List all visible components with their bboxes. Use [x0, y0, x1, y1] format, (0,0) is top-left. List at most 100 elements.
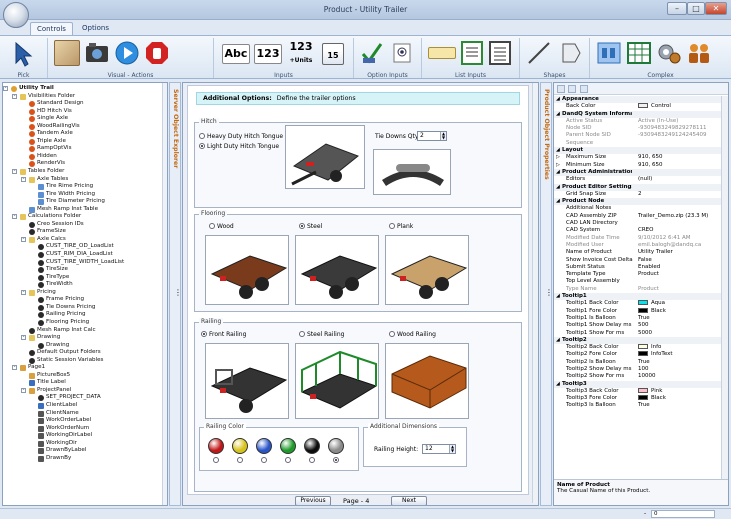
users-group-icon[interactable]: [686, 40, 712, 66]
property-value[interactable]: 9/10/2012 6:41 AM: [638, 235, 722, 242]
tree-node[interactable]: Tie Downs Pricing: [3, 304, 165, 312]
property-value[interactable]: 10000: [638, 373, 722, 380]
checked-listbox-icon[interactable]: [488, 40, 512, 66]
property-pages-icon[interactable]: [580, 85, 588, 93]
properties-scrollbar[interactable]: [721, 96, 728, 479]
text-input-icon[interactable]: Abc: [222, 44, 250, 64]
property-category[interactable]: ◢DandQ System Information: [554, 110, 722, 118]
tree-node[interactable]: Frame Pricing: [3, 296, 165, 304]
tree-node[interactable]: SET_PROJECT_DATA: [3, 394, 165, 402]
property-row[interactable]: Submit Status Enabled: [554, 264, 722, 271]
railing-height-spinner[interactable]: 12 ▲ ▼: [422, 444, 456, 454]
dropdown-input-icon[interactable]: [428, 47, 456, 59]
checkbox-input-icon[interactable]: [360, 40, 384, 66]
expand-collapse-icon[interactable]: -: [21, 335, 26, 341]
property-category[interactable]: ◢ Product Editor Settings: [554, 183, 722, 191]
property-value[interactable]: emil.balogh@dandq.ca: [638, 242, 722, 249]
railing-color-swatch[interactable]: [280, 438, 296, 454]
rectangle-shape-icon[interactable]: [558, 40, 584, 66]
radio-steel-railing[interactable]: Steel Railing: [299, 331, 344, 338]
property-row[interactable]: Tooltip1 Back Color Aqua: [554, 300, 722, 307]
railing-color-radio[interactable]: [237, 457, 243, 463]
listbox-icon[interactable]: [460, 40, 484, 66]
collapse-category-icon[interactable]: ◢: [556, 169, 560, 176]
radio-wood-railing[interactable]: Wood Railing: [389, 331, 436, 338]
collapse-category-icon[interactable]: ◢: [556, 96, 560, 103]
line-shape-icon[interactable]: [526, 40, 552, 66]
tree-node[interactable]: Creo Session IDs: [3, 221, 165, 229]
collapse-category-icon[interactable]: ◢: [556, 147, 560, 154]
railing-color-radio[interactable]: [285, 457, 291, 463]
railing-color-swatch[interactable]: [304, 438, 320, 454]
expand-collapse-icon[interactable]: -: [12, 365, 17, 371]
stop-hand-icon[interactable]: [144, 40, 170, 66]
railing-color-radio[interactable]: [261, 457, 267, 463]
minimize-button[interactable]: –: [667, 2, 687, 15]
property-row[interactable]: CAD Assembly ZIP Trailer_Demo.zip (23.3 M…: [554, 213, 722, 220]
railing-color-radio[interactable]: [309, 457, 315, 463]
property-category[interactable]: ◢ Tooltip3: [554, 380, 722, 388]
property-value[interactable]: True: [638, 315, 722, 322]
property-category[interactable]: ◢ Layout: [554, 147, 722, 155]
number-input-icon[interactable]: 123: [254, 44, 282, 64]
tree-node[interactable]: Tire Width Pricing: [3, 191, 165, 199]
tree-node[interactable]: WorkOrderLabel: [3, 417, 165, 425]
property-row[interactable]: CAD LAN Directory: [554, 220, 722, 227]
property-row[interactable]: Top Level Assembly: [554, 278, 722, 285]
collapse-category-icon[interactable]: ◢: [556, 381, 560, 388]
calendar-input-icon[interactable]: 15: [322, 43, 344, 65]
tab-controls[interactable]: Controls: [30, 22, 73, 35]
property-value[interactable]: Pink: [638, 387, 722, 395]
tree-node[interactable]: DrawnByLabel: [3, 447, 165, 455]
property-row[interactable]: Tooltip1 Fore Color Black: [554, 307, 722, 315]
collapse-category-icon[interactable]: ◢: [556, 184, 560, 191]
tree-node[interactable]: ClientLabel: [3, 402, 165, 410]
pointer-icon[interactable]: [12, 41, 36, 67]
property-row[interactable]: Type Name Product: [554, 286, 722, 293]
tie-downs-qty-spinner[interactable]: 2 ▲ ▼: [417, 131, 447, 141]
railing-color-swatch[interactable]: [328, 438, 344, 454]
property-row[interactable]: Parent Node SID -9309483249124245409: [554, 132, 722, 139]
tree-node[interactable]: Tire Diameter Pricing: [3, 198, 165, 206]
grid-control-icon[interactable]: [626, 40, 652, 66]
property-row[interactable]: Name of Product Utility Trailer: [554, 249, 722, 256]
tree-node[interactable]: TireSize: [3, 266, 165, 274]
expand-collapse-icon[interactable]: -: [21, 176, 26, 182]
property-row[interactable]: Tooltip1 Show For ms 5000: [554, 330, 722, 337]
railing-color-radio[interactable]: [333, 457, 339, 463]
property-value[interactable]: -9309483249124245409: [638, 132, 722, 139]
tree-node[interactable]: Mesh Ramp Inst Calc: [3, 327, 165, 335]
tree-node[interactable]: - Page1: [3, 364, 165, 372]
tree-node[interactable]: PictureBox5: [3, 372, 165, 380]
tree-node[interactable]: TireWidth: [3, 281, 165, 289]
property-value[interactable]: 500: [638, 322, 722, 329]
property-value[interactable]: True: [638, 402, 722, 409]
zoom-out-icon[interactable]: -: [644, 510, 646, 517]
property-row[interactable]: Back Color Control: [554, 103, 722, 110]
property-value[interactable]: 5000: [638, 330, 722, 337]
property-value[interactable]: Info: [638, 344, 722, 351]
expand-property-icon[interactable]: ▷: [556, 162, 560, 169]
property-value[interactable]: -9309483249829278111: [638, 125, 722, 132]
tree-node[interactable]: Single Axle: [3, 115, 165, 123]
app-menu-orb-icon[interactable]: [3, 2, 29, 28]
categorized-view-icon[interactable]: [557, 85, 565, 93]
property-value[interactable]: Trailer_Demo.zip (23.3 M): [638, 213, 722, 220]
property-value[interactable]: True: [638, 359, 722, 366]
property-value[interactable]: 2: [638, 191, 722, 198]
tree-node[interactable]: - Axle Tables: [3, 176, 165, 184]
tree-node[interactable]: Tandem Axle: [3, 130, 165, 138]
tree-node[interactable]: RampOptVis: [3, 145, 165, 153]
maximize-button[interactable]: □: [687, 2, 705, 15]
tree-node[interactable]: - ProjectPanel: [3, 387, 165, 395]
tree-node[interactable]: Mesh Ramp Inst Table: [3, 206, 165, 214]
property-row[interactable]: Grid Snap Size 2: [554, 191, 722, 198]
property-value[interactable]: Product: [638, 271, 722, 278]
expand-collapse-icon[interactable]: -: [21, 289, 26, 295]
splitter-grip-icon[interactable]: ⋮: [174, 288, 182, 297]
property-row[interactable]: Editors (null): [554, 176, 722, 183]
property-category[interactable]: ◢ Tooltip1: [554, 293, 722, 301]
property-value[interactable]: Enabled: [638, 264, 722, 271]
property-row[interactable]: Tooltip3 Back Color Pink: [554, 387, 722, 395]
tab-options[interactable]: Options: [76, 22, 115, 35]
